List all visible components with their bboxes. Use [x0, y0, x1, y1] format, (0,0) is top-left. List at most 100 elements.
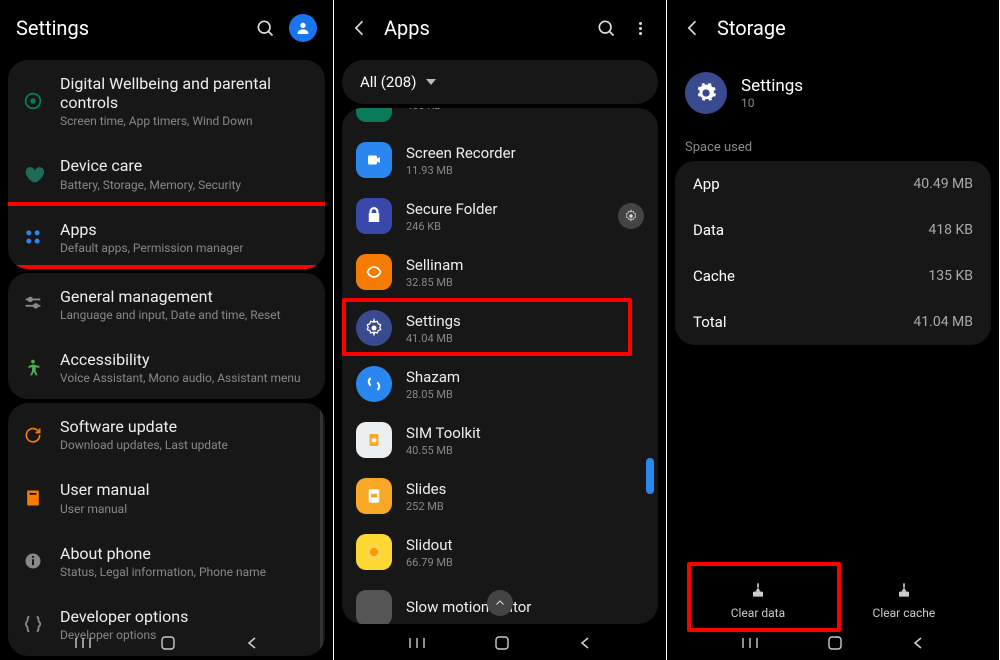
- item-subtitle: Status, Legal information, Phone name: [60, 565, 311, 579]
- app-name: Secure Folder: [406, 200, 604, 218]
- clear-cache-button[interactable]: Clear cache: [873, 580, 936, 620]
- account-icon[interactable]: [289, 14, 317, 42]
- section-label: Space used: [667, 132, 999, 161]
- scroll-handle[interactable]: [646, 458, 654, 494]
- settings-item-software-update[interactable]: Software update Download updates, Last up…: [8, 403, 325, 466]
- nav-bar: [334, 626, 666, 660]
- app-icon: [356, 590, 392, 624]
- app-size: 40.55 MB: [406, 444, 644, 457]
- app-icon: [356, 254, 392, 290]
- app-size: 246 KB: [406, 220, 604, 233]
- stat-key: Total: [693, 313, 727, 331]
- app-item[interactable]: Shazam28.05 MB: [342, 356, 658, 412]
- more-options-icon[interactable]: [630, 18, 650, 38]
- app-name: Settings: [741, 76, 803, 96]
- app-item[interactable]: Screen Recorder 11.93 MB: [342, 132, 658, 188]
- app-item[interactable]: Settings41.04 MB: [342, 300, 658, 356]
- clear-data-button[interactable]: Clear data: [731, 580, 785, 620]
- page-title: Apps: [384, 16, 582, 40]
- gear-icon[interactable]: [618, 203, 644, 229]
- app-name: Screen Recorder: [406, 144, 644, 162]
- recent-apps-icon[interactable]: [408, 636, 426, 650]
- app-item[interactable]: 455 KB: [342, 108, 658, 132]
- stat-key: Cache: [693, 267, 735, 285]
- heart-icon: [22, 163, 44, 185]
- item-subtitle: User manual: [60, 502, 311, 516]
- app-icon: [356, 478, 392, 514]
- page-title: Storage: [717, 16, 983, 40]
- app-size: 455 KB: [406, 108, 644, 112]
- item-title: General management: [60, 287, 311, 306]
- item-title: Software update: [60, 417, 311, 436]
- update-icon: [22, 424, 44, 446]
- item-title: Digital Wellbeing and parental controls: [60, 74, 311, 112]
- app-item[interactable]: Sellinam32.85 MB: [342, 244, 658, 300]
- app-size: 66.79 MB: [406, 556, 644, 569]
- stat-value: 135 KB: [928, 268, 973, 284]
- settings-item-digital-wellbeing-and-parental-controls[interactable]: Digital Wellbeing and parental controlsS…: [8, 60, 325, 142]
- search-icon[interactable]: [596, 18, 616, 38]
- access-icon: [22, 357, 44, 379]
- recent-apps-icon[interactable]: [741, 636, 759, 650]
- item-subtitle: Voice Assistant, Mono audio, Assistant m…: [60, 371, 311, 385]
- filter-dropdown[interactable]: All (208): [342, 60, 658, 104]
- app-version: 10: [741, 96, 803, 110]
- app-size: 41.04 MB: [406, 332, 644, 345]
- home-icon[interactable]: [160, 635, 176, 651]
- back-arrow-icon[interactable]: [683, 18, 703, 38]
- home-icon[interactable]: [827, 635, 843, 651]
- app-name: Sellinam: [406, 256, 644, 274]
- recent-apps-icon[interactable]: [74, 636, 92, 650]
- app-name: Shazam: [406, 368, 644, 386]
- back-arrow-icon[interactable]: [350, 18, 370, 38]
- scroll-to-top-button[interactable]: [487, 590, 513, 616]
- item-title: Developer options: [60, 607, 311, 626]
- app-name: Slidout: [406, 536, 644, 554]
- wellbeing-icon: [22, 90, 44, 112]
- settings-item-device-care[interactable]: Device careBattery, Storage, Memory, Sec…: [8, 142, 325, 205]
- settings-item-general-management[interactable]: General managementLanguage and input, Da…: [8, 273, 325, 336]
- search-icon[interactable]: [255, 18, 275, 38]
- clear-cache-icon: [894, 580, 914, 600]
- grid-icon: [22, 226, 44, 248]
- home-icon[interactable]: [494, 635, 510, 651]
- stat-value: 41.04 MB: [913, 314, 973, 330]
- manual-icon: [22, 487, 44, 509]
- storage-row-cache: Cache 135 KB: [675, 253, 991, 299]
- sliders-icon: [22, 293, 44, 315]
- app-icon: [356, 198, 392, 234]
- storage-row-app: App40.49 MB: [675, 161, 991, 207]
- app-size: 11.93 MB: [406, 164, 644, 177]
- app-size: 252 MB: [406, 500, 644, 513]
- app-item[interactable]: Slidout 66.79 MB: [342, 524, 658, 580]
- settings-item-apps[interactable]: Apps Default apps, Permission manager: [8, 206, 325, 269]
- settings-item-about-phone[interactable]: About phone Status, Legal information, Ph…: [8, 530, 325, 593]
- back-icon[interactable]: [578, 636, 592, 650]
- back-icon[interactable]: [245, 636, 259, 650]
- storage-row-data: Data418 KB: [675, 207, 991, 253]
- settings-item-user-manual[interactable]: User manual User manual: [8, 466, 325, 529]
- app-icon: [356, 422, 392, 458]
- storage-row-total: Total 41.04 MB: [675, 299, 991, 345]
- stat-value: 40.49 MB: [913, 176, 973, 192]
- item-title: User manual: [60, 480, 311, 499]
- chevron-down-icon: [426, 79, 436, 85]
- clear-data-icon: [748, 580, 768, 600]
- stat-value: 418 KB: [928, 222, 973, 238]
- app-item[interactable]: Secure Folder 246 KB: [342, 188, 658, 244]
- filter-label: All (208): [360, 73, 416, 91]
- item-subtitle: Default apps, Permission manager: [60, 241, 311, 255]
- settings-item-accessibility[interactable]: AccessibilityVoice Assistant, Mono audio…: [8, 336, 325, 399]
- back-icon[interactable]: [911, 636, 925, 650]
- app-icon: [685, 72, 727, 114]
- item-title: Apps: [60, 220, 311, 239]
- app-icon: [356, 310, 392, 346]
- app-item[interactable]: SIM Toolkit 40.55 MB: [342, 412, 658, 468]
- app-name: SIM Toolkit: [406, 424, 644, 442]
- item-subtitle: Download updates, Last update: [60, 438, 311, 452]
- item-title: About phone: [60, 544, 311, 563]
- item-subtitle: Battery, Storage, Memory, Security: [60, 178, 311, 192]
- app-item[interactable]: Slides252 MB: [342, 468, 658, 524]
- app-icon: [356, 366, 392, 402]
- app-icon: [356, 534, 392, 570]
